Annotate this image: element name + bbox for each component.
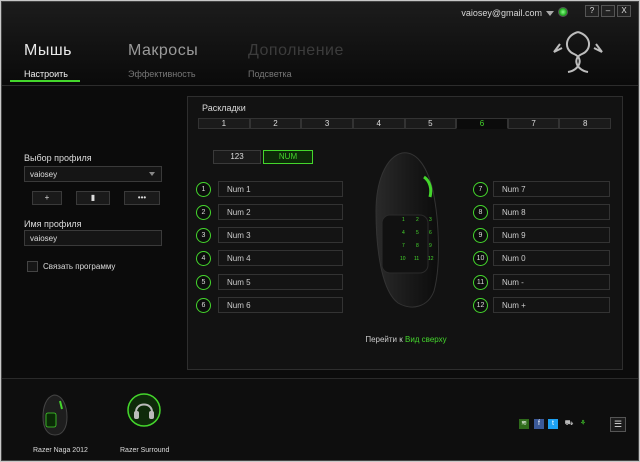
profile-name-field[interactable]: vaiosey — [24, 230, 162, 246]
minimize-button[interactable]: – — [601, 5, 615, 17]
profile-name-value: vaiosey — [30, 234, 58, 243]
razer-logo-icon — [553, 31, 603, 73]
mouse-key-6: 6 — [429, 230, 432, 236]
layouts-panel: Раскладки 1 2 3 4 5 6 7 8 123 NUM 1 Num … — [187, 96, 623, 370]
key-assignment-11[interactable]: Num - — [493, 274, 610, 290]
account-email[interactable]: vaiosey@gmail.com — [461, 8, 542, 18]
mouse-key-4: 4 — [402, 230, 405, 236]
razer-store-icon[interactable]: ⚘ — [578, 419, 588, 429]
razer-social-icon[interactable]: ≋ — [519, 419, 529, 429]
mode-num-button[interactable]: NUM — [263, 150, 313, 164]
add-profile-button[interactable]: + — [32, 191, 62, 205]
mouse-key-12: 12 — [428, 256, 434, 262]
profile-select-value: vaiosey — [30, 170, 58, 179]
layout-tab-1[interactable]: 1 — [198, 118, 250, 129]
key-assignment-6[interactable]: Num 6 — [218, 297, 343, 313]
mouse-side-image — [375, 152, 439, 308]
goto-prefix: Перейти к — [365, 335, 403, 344]
chevron-down-icon — [149, 172, 155, 176]
delete-profile-button[interactable]: ▮ — [76, 191, 110, 205]
key-number-4: 4 — [196, 251, 211, 266]
key-assignment-3[interactable]: Num 3 — [218, 227, 343, 243]
profile-select-label: Выбор профиля — [24, 153, 92, 163]
facebook-icon[interactable]: f — [534, 419, 544, 429]
mouse-key-9: 9 — [429, 243, 432, 249]
more-profile-button[interactable]: ••• — [124, 191, 160, 205]
cart-icon[interactable]: ⛟ — [564, 419, 574, 429]
layout-tab-8[interactable]: 8 — [559, 118, 611, 129]
device-label-surround[interactable]: Razer Surround — [120, 447, 169, 454]
key-assignment-9[interactable]: Num 9 — [493, 227, 610, 243]
layout-tab-6[interactable]: 6 — [456, 118, 508, 129]
link-program-checkbox[interactable] — [27, 261, 38, 272]
mode-123-button[interactable]: 123 — [213, 150, 261, 164]
twitter-icon[interactable]: t — [548, 419, 558, 429]
layout-tab-7[interactable]: 7 — [507, 118, 560, 129]
layout-tab-3[interactable]: 3 — [301, 118, 353, 129]
key-assignment-8[interactable]: Num 8 — [493, 204, 610, 220]
key-number-11: 11 — [473, 275, 488, 290]
key-number-9: 9 — [473, 228, 488, 243]
key-assignment-2[interactable]: Num 2 — [218, 204, 343, 220]
tab-macros[interactable]: Макросы — [128, 42, 198, 60]
mouse-key-1: 1 — [402, 217, 405, 223]
key-assignment-10[interactable]: Num 0 — [493, 250, 610, 266]
key-number-8: 8 — [473, 205, 488, 220]
profile-name-label: Имя профиля — [24, 219, 82, 229]
mouse-key-5: 5 — [416, 230, 419, 236]
key-number-2: 2 — [196, 205, 211, 220]
key-number-12: 12 — [473, 298, 488, 313]
app-window: vaiosey@gmail.com ? – X Мышь Макросы Доп… — [1, 1, 639, 461]
subtab-lighting[interactable]: Подсветка — [248, 69, 292, 79]
device-label-naga[interactable]: Razer Naga 2012 — [33, 447, 88, 454]
menu-button[interactable]: ☰ — [610, 417, 626, 432]
key-number-6: 6 — [196, 298, 211, 313]
link-program-label: Связать программу — [43, 262, 116, 271]
online-status-icon — [558, 7, 568, 17]
key-assignment-1[interactable]: Num 1 — [218, 181, 343, 197]
account-dropdown-icon[interactable] — [546, 11, 554, 16]
active-subtab-indicator — [10, 80, 80, 82]
key-number-1: 1 — [196, 182, 211, 197]
goto-top-view-link[interactable]: Вид сверху — [405, 335, 447, 344]
key-assignment-4[interactable]: Num 4 — [218, 250, 343, 266]
key-number-3: 3 — [196, 228, 211, 243]
layout-tab-4[interactable]: 4 — [352, 118, 405, 129]
razer-surround-device-icon[interactable] — [126, 392, 162, 428]
device-bar: Razer Naga 2012 Razer Surround ≋ f t ⛟ ⚘… — [2, 378, 638, 460]
help-button[interactable]: ? — [585, 5, 599, 17]
layout-tabs: 1 2 3 4 5 6 7 8 — [198, 118, 611, 129]
tab-mouse[interactable]: Мышь — [24, 42, 72, 60]
top-bar: vaiosey@gmail.com ? – X Мышь Макросы Доп… — [2, 2, 638, 86]
profile-select[interactable]: vaiosey — [24, 166, 162, 182]
close-button[interactable]: X — [617, 5, 631, 17]
layout-tab-2[interactable]: 2 — [249, 118, 302, 129]
layout-tab-5[interactable]: 5 — [404, 118, 457, 129]
key-assignment-5[interactable]: Num 5 — [218, 274, 343, 290]
layouts-title: Раскладки — [202, 103, 246, 113]
goto-top-view: Перейти к Вид сверху — [188, 335, 624, 344]
key-number-7: 7 — [473, 182, 488, 197]
mouse-key-10: 10 — [400, 256, 406, 262]
mouse-key-3: 3 — [429, 217, 432, 223]
mouse-key-7: 7 — [402, 243, 405, 249]
key-number-10: 10 — [473, 251, 488, 266]
key-number-5: 5 — [196, 275, 211, 290]
razer-naga-device-icon[interactable] — [40, 393, 70, 437]
subtab-customize[interactable]: Настроить — [24, 69, 68, 79]
key-assignment-12[interactable]: Num + — [493, 297, 610, 313]
subtab-performance[interactable]: Эффективность — [128, 69, 196, 79]
mouse-key-8: 8 — [416, 243, 419, 249]
tab-addon[interactable]: Дополнение — [248, 42, 344, 60]
mouse-key-2: 2 — [416, 217, 419, 223]
key-assignment-7[interactable]: Num 7 — [493, 181, 610, 197]
mouse-key-11: 11 — [414, 256, 420, 262]
